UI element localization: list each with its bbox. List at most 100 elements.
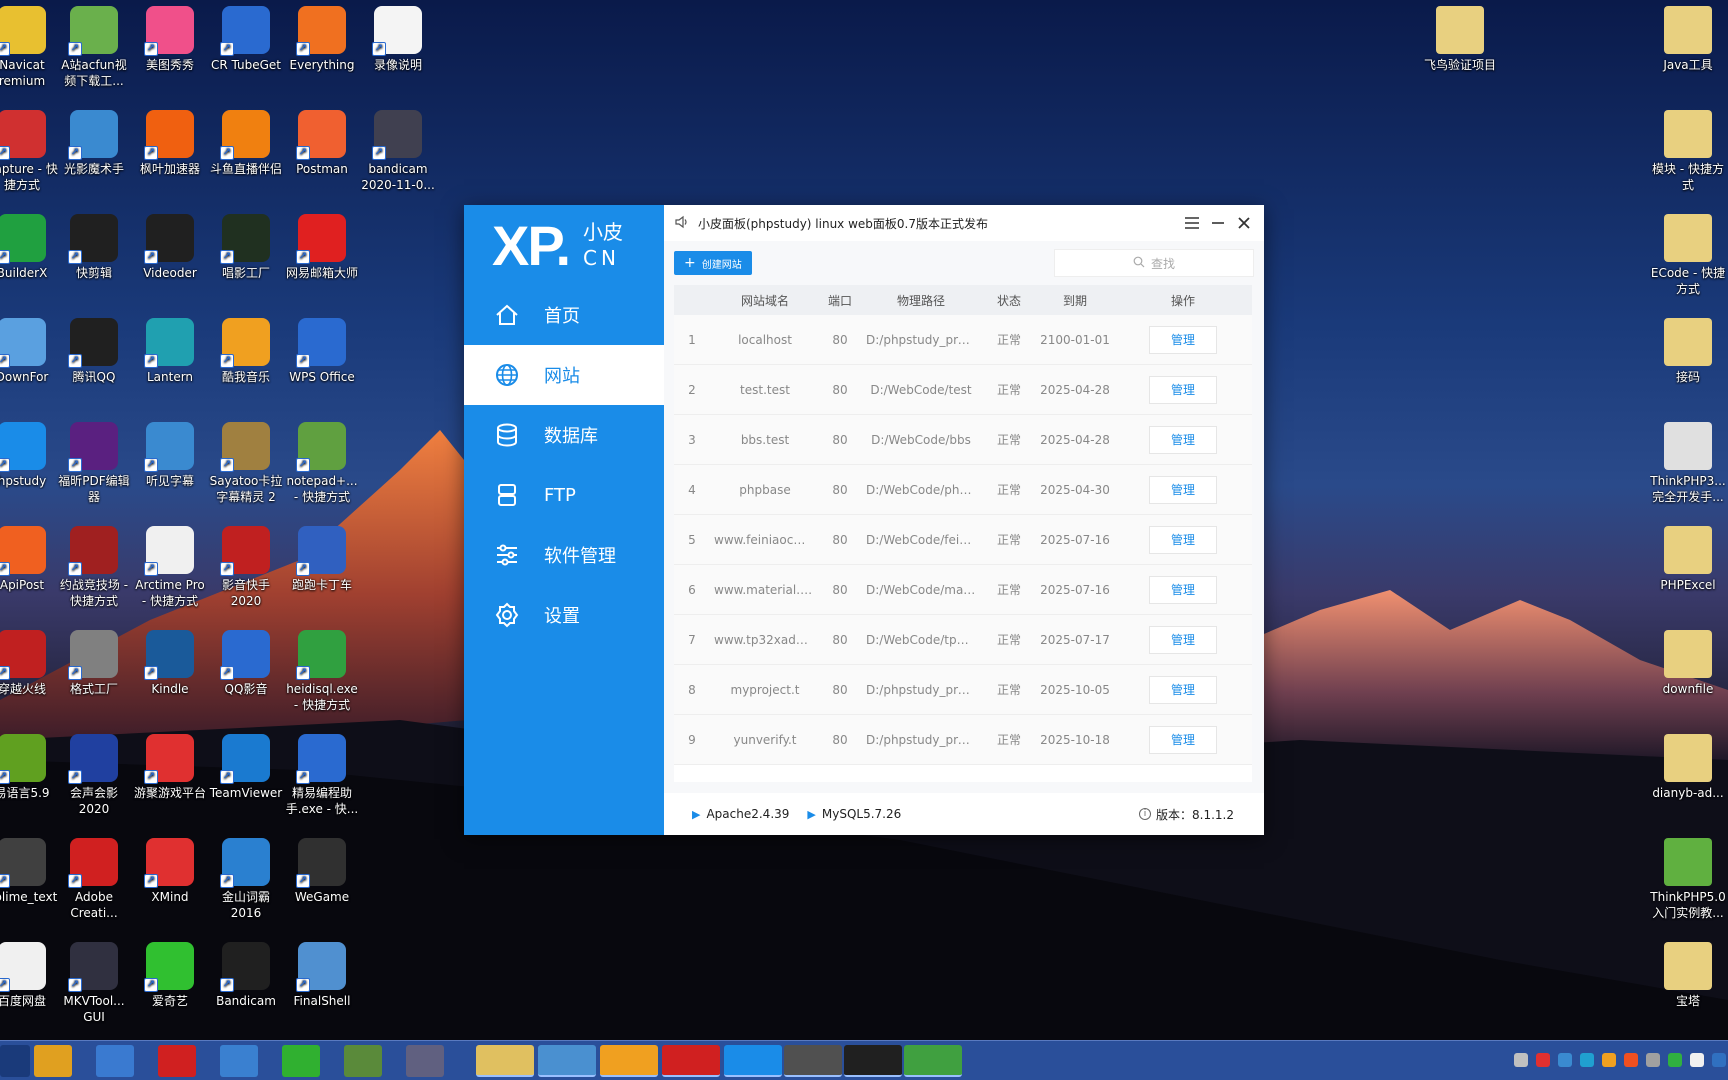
desktop-icon[interactable]: ↗ 听见字幕 [132, 422, 208, 489]
desktop-icon[interactable]: ↗ 快剪辑 [56, 214, 132, 281]
mysql-status[interactable]: ▶ MySQL5.7.26 [807, 807, 901, 821]
desktop-icon[interactable]: ↗ CR TubeGet [208, 6, 284, 73]
sidebar-item-ftp[interactable]: FTP [464, 465, 664, 525]
manage-button[interactable]: 管理 [1149, 675, 1217, 704]
desktop-icon[interactable]: ↗ ublime_text [0, 838, 60, 905]
desktop-icon[interactable]: ↗ A站acfun视频下载工... [56, 6, 132, 89]
sidebar-item-sliders[interactable]: 软件管理 [464, 525, 664, 585]
desktop-folder-icon[interactable]: 接码 [1650, 318, 1726, 385]
taskbar-app-icon[interactable] [96, 1045, 134, 1077]
desktop-folder-icon[interactable]: ThinkPHP5.0 入门实例教... [1650, 838, 1726, 921]
desktop-icon[interactable]: ↗ 易语言5.9 [0, 734, 60, 801]
desktop-icon[interactable]: ↗ 格式工厂 [56, 630, 132, 697]
tray-icon[interactable] [1558, 1053, 1572, 1067]
desktop-icon[interactable]: ↗ WeGame [284, 838, 360, 905]
desktop-icon[interactable]: ↗ 枫叶加速器 [132, 110, 208, 177]
manage-button[interactable]: 管理 [1149, 325, 1217, 354]
announcement-text[interactable]: 小皮面板(phpstudy) linux web面板0.7版本正式发布 [698, 215, 988, 232]
close-icon[interactable] [1234, 213, 1254, 233]
menu-icon[interactable] [1182, 213, 1202, 233]
desktop-folder-icon[interactable]: dianyb-ad... [1650, 734, 1726, 801]
start-button[interactable] [0, 1045, 30, 1077]
desktop-icon[interactable]: ↗ ApiPost [0, 526, 60, 593]
desktop-icon[interactable]: ↗ notepad+... - 快捷方式 [284, 422, 360, 505]
desktop-icon[interactable]: ↗ 影音快手 2020 [208, 526, 284, 609]
desktop-folder-icon[interactable]: ThinkPHP3... 完全开发手... [1650, 422, 1726, 505]
manage-button[interactable]: 管理 [1149, 625, 1217, 654]
tray-icon[interactable] [1624, 1053, 1638, 1067]
taskbar-app-icon[interactable] [784, 1045, 842, 1077]
desktop-icon[interactable]: ↗ 约战竞技场 - 快捷方式 [56, 526, 132, 609]
desktop-icon[interactable]: ↗ 网易邮箱大师 [284, 214, 360, 281]
desktop-icon[interactable]: ↗ Sayatoo卡拉字幕精灵 2 [208, 422, 284, 505]
tray-icon[interactable] [1712, 1053, 1726, 1067]
taskbar-app-icon[interactable] [662, 1045, 720, 1077]
tray-icon[interactable] [1646, 1053, 1660, 1067]
desktop-folder-icon[interactable]: 模块 - 快捷方式 [1650, 110, 1726, 193]
desktop-icon[interactable]: ↗ DownFor [0, 318, 60, 385]
taskbar-app-icon[interactable] [600, 1045, 658, 1077]
desktop-icon[interactable]: ↗ BuilderX [0, 214, 60, 281]
taskbar-app-icon[interactable] [724, 1045, 782, 1077]
tray-icon[interactable] [1536, 1053, 1550, 1067]
manage-button[interactable]: 管理 [1149, 525, 1217, 554]
tray-icon[interactable] [1602, 1053, 1616, 1067]
desktop-icon[interactable]: ↗ XMind [132, 838, 208, 905]
desktop-icon[interactable]: ↗ 穿越火线 [0, 630, 60, 697]
taskbar-app-icon[interactable] [220, 1045, 258, 1077]
desktop-icon[interactable]: ↗ Videoder [132, 214, 208, 281]
desktop-folder-icon[interactable]: PHPExcel [1650, 526, 1726, 593]
taskbar-app-icon[interactable] [904, 1045, 962, 1077]
desktop-icon[interactable]: ↗ MKVTool... GUI [56, 942, 132, 1025]
desktop-icon[interactable]: ↗ TeamViewer [208, 734, 284, 801]
desktop-icon[interactable]: ↗ 跑跑卡丁车 [284, 526, 360, 593]
desktop-icon[interactable]: ↗ Bandicam [208, 942, 284, 1009]
desktop-folder-icon[interactable]: downfile [1650, 630, 1726, 697]
desktop-icon[interactable]: ↗ QQ影音 [208, 630, 284, 697]
desktop-icon[interactable]: ↗ 游聚游戏平台 [132, 734, 208, 801]
desktop-folder-icon[interactable]: Java工具 [1650, 6, 1726, 73]
tray-icon[interactable] [1668, 1053, 1682, 1067]
create-site-button[interactable]: + 创建网站 [674, 251, 752, 275]
desktop-icon[interactable]: ↗ FinalShell [284, 942, 360, 1009]
desktop-icon[interactable]: ↗ 美图秀秀 [132, 6, 208, 73]
desktop-icon[interactable]: ↗ Adobe Creati... [56, 838, 132, 921]
apache-status[interactable]: ▶ Apache2.4.39 [692, 807, 789, 821]
desktop-icon[interactable]: ↗ 福昕PDF编辑器 [56, 422, 132, 505]
manage-button[interactable]: 管理 [1149, 375, 1217, 404]
desktop-icon[interactable]: ↗ Postman [284, 110, 360, 177]
sidebar-item-home[interactable]: 首页 [464, 285, 664, 345]
minimize-icon[interactable] [1208, 213, 1228, 233]
taskbar-app-icon[interactable] [538, 1045, 596, 1077]
desktop-folder-icon[interactable]: ECode - 快捷方式 [1650, 214, 1726, 297]
desktop-icon[interactable]: ↗ bandicam 2020-11-0... [360, 110, 436, 193]
taskbar-app-icon[interactable] [158, 1045, 196, 1077]
taskbar-app-icon[interactable] [282, 1045, 320, 1077]
desktop-icon[interactable]: ↗ Everything [284, 6, 360, 73]
taskbar-app-icon[interactable] [844, 1045, 902, 1077]
desktop-icon[interactable]: ↗ Lantern [132, 318, 208, 385]
desktop-icon[interactable]: ↗ 会声会影 2020 [56, 734, 132, 817]
desktop-icon[interactable]: ↗ 酷我音乐 [208, 318, 284, 385]
taskbar-app-icon[interactable] [406, 1045, 444, 1077]
sidebar-item-database[interactable]: 数据库 [464, 405, 664, 465]
taskbar-app-icon[interactable] [34, 1045, 72, 1077]
desktop-icon[interactable]: ↗ heidisql.exe - 快捷方式 [284, 630, 360, 713]
manage-button[interactable]: 管理 [1149, 425, 1217, 454]
sidebar-item-gear[interactable]: 设置 [464, 585, 664, 645]
desktop-icon[interactable]: ↗ Arctime Pro - 快捷方式 [132, 526, 208, 609]
tray-icon[interactable] [1580, 1053, 1594, 1067]
desktop-icon[interactable]: ↗ Kindle [132, 630, 208, 697]
desktop-icon[interactable]: ↗ 金山词霸 2016 [208, 838, 284, 921]
search-input[interactable]: 查找 [1054, 249, 1254, 277]
desktop-icon[interactable]: ↗ 光影魔术手 [56, 110, 132, 177]
desktop-icon[interactable]: ↗ 唱影工厂 [208, 214, 284, 281]
manage-button[interactable]: 管理 [1149, 725, 1217, 754]
desktop-icon[interactable]: ↗ 爱奇艺 [132, 942, 208, 1009]
desktop-icon[interactable]: ↗ Capture - 快捷方式 [0, 110, 60, 193]
desktop-icon[interactable]: ↗ 百度网盘 [0, 942, 60, 1009]
taskbar-app-icon[interactable] [476, 1045, 534, 1077]
desktop-folder-icon[interactable]: 宝塔 [1650, 942, 1726, 1009]
tray-icon[interactable] [1514, 1053, 1528, 1067]
desktop-icon[interactable]: ↗ 斗鱼直播伴侣 [208, 110, 284, 177]
